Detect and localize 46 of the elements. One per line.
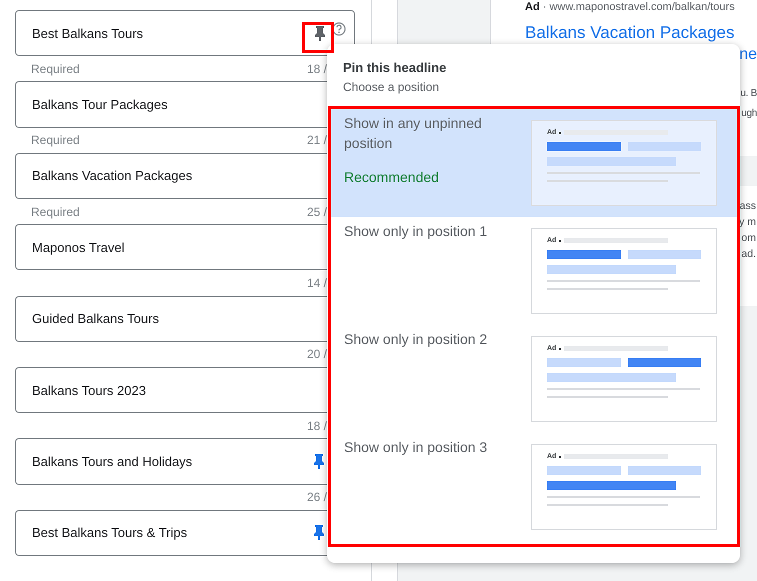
ad-headline: Balkans Vacation Packages [525, 23, 736, 43]
character-counter: 26 / [306, 490, 327, 504]
headline-text: Balkans Tour Packages [32, 97, 169, 112]
pin-icon[interactable] [314, 26, 326, 41]
headline-text: Best Balkans Tours [32, 26, 144, 41]
description-text: om [740, 231, 756, 246]
character-counter: 25 / [306, 204, 327, 219]
headline-text: Maponos Travel [32, 240, 126, 255]
headline-field[interactable]: Balkans Tour Packages [15, 81, 327, 128]
headline-text: Guided Balkans Tours [32, 311, 160, 326]
headline-text: Balkans Tours and Holidays [32, 454, 194, 469]
headline-text: Balkans Tours 2023 [32, 382, 147, 398]
headline-field[interactable]: Balkans Tours 2023 [15, 366, 327, 414]
recommended-label: Recommended [344, 169, 440, 185]
headline-field[interactable]: Balkans Vacation Packages [15, 152, 327, 200]
headline-text: Balkans Vacation Packages [32, 168, 194, 184]
ad-url: Ad · www.maponostravel.com/balkan/tours [525, 0, 736, 13]
headline-field[interactable]: Best Balkans Tours & Trips [15, 510, 327, 556]
headline-field[interactable]: Maponos Travel [15, 224, 327, 270]
ad-description: ugh [740, 107, 757, 121]
headline-field[interactable]: Balkans Tours and Holidays [15, 438, 327, 485]
help-icon[interactable] [332, 22, 346, 36]
character-counter: 18 / [306, 62, 327, 76]
pin-icon[interactable] [313, 525, 325, 540]
menu-subtitle: Choose a position [343, 80, 440, 94]
ad-description: u. B [740, 87, 757, 101]
character-counter: 14 / [306, 276, 327, 290]
required-note: Required [31, 133, 80, 148]
description-text: ad. [740, 247, 756, 262]
menu-title: Pin this headline [343, 60, 448, 75]
character-counter: 18 / [306, 418, 327, 433]
pin-icon[interactable] [313, 454, 325, 469]
ad-headline: ne [739, 46, 757, 64]
description-text: ass [739, 199, 756, 214]
character-counter: 21 / [306, 133, 327, 148]
option-label: Show only in position 2 [344, 330, 488, 349]
option-label: Show only in position 1 [344, 222, 488, 241]
option-label: Show in any unpinned position [344, 114, 483, 153]
headline-text: Best Balkans Tours & Trips [32, 525, 188, 540]
character-counter: 20 / [306, 347, 327, 362]
highlight-frame [302, 22, 334, 53]
required-note: Required [31, 204, 80, 219]
headline-field[interactable]: Best Balkans Tours [15, 10, 355, 56]
headline-field[interactable]: Guided Balkans Tours [15, 296, 327, 342]
option-label: Show only in position 3 [344, 438, 488, 457]
required-note: Required [31, 62, 80, 76]
